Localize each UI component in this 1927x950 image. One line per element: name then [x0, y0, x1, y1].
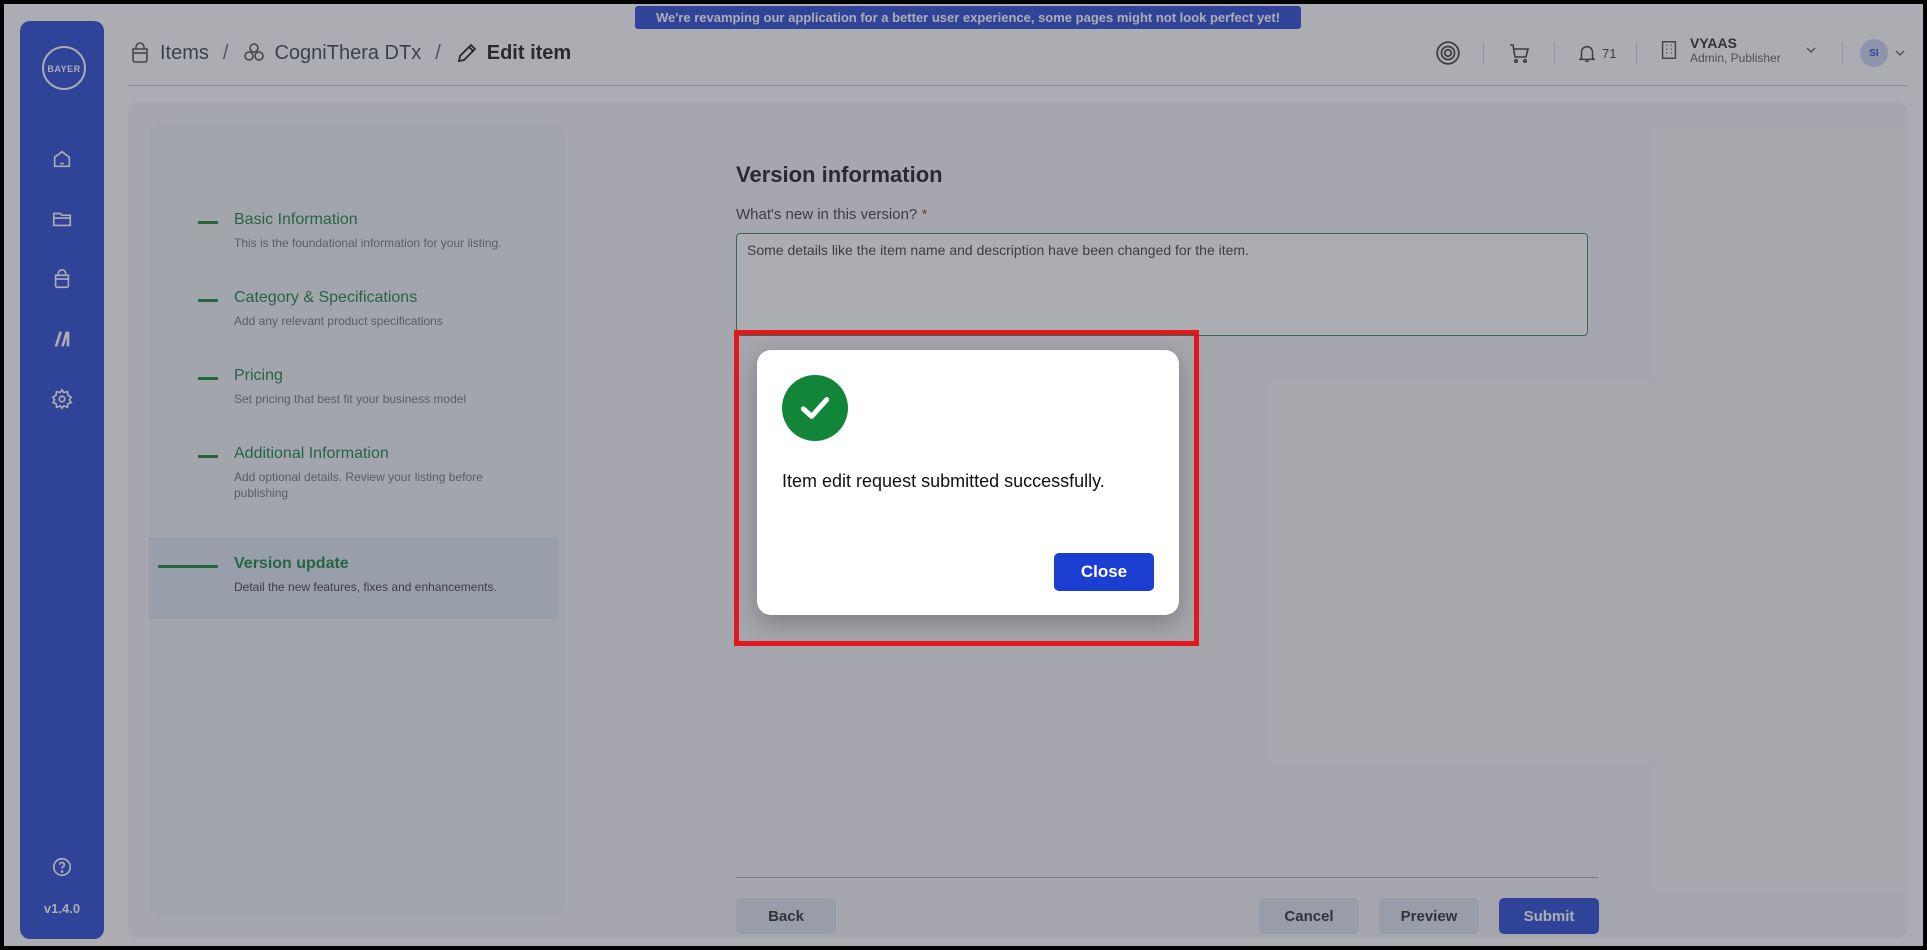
success-check-icon	[782, 375, 848, 441]
success-message: Item edit request submitted successfully…	[782, 471, 1105, 491]
success-dialog: Item edit request submitted successfully…	[757, 350, 1179, 615]
app-window: BAYER v1.4.0 We're revamping our applica…	[4, 4, 1923, 946]
close-button[interactable]: Close	[1054, 553, 1154, 591]
